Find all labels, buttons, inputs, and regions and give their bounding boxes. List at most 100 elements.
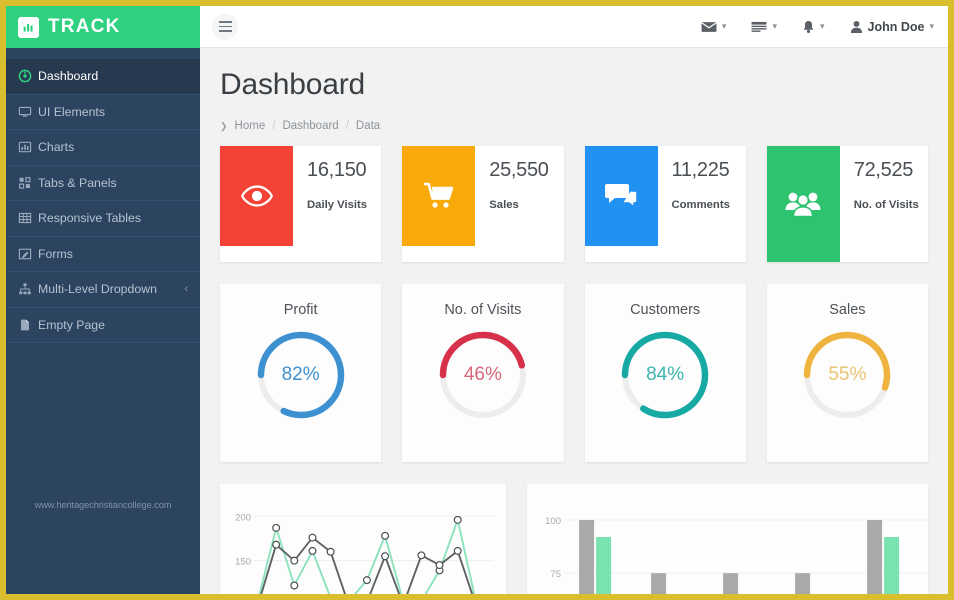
- stat-label: Daily Visits: [307, 199, 368, 211]
- sidebar-item-empty-page[interactable]: Empty Page: [6, 308, 200, 343]
- stat-body: 25,550 Sales: [475, 146, 563, 262]
- donut-chart-no-of-visits: 46%: [435, 327, 531, 423]
- stat-card-no-of-visits[interactable]: 72,525 No. of Visits: [766, 146, 928, 262]
- sidebar: TRACK Dashboard UI Elements Charts Tabs …: [6, 6, 200, 594]
- notifications-menu[interactable]: ▾: [802, 20, 825, 34]
- sidebar-item-label: Charts: [38, 140, 75, 155]
- line-chart-card[interactable]: 150 200: [220, 484, 506, 594]
- sidebar-item-label: UI Elements: [38, 104, 105, 119]
- donut-card-customers[interactable]: Customers 84%: [584, 284, 746, 462]
- topbar: ▾ ▾ ▾ John Doe ▾: [200, 6, 948, 48]
- user-menu[interactable]: John Doe ▾: [850, 20, 934, 34]
- dashboard-gauge-icon: [18, 69, 38, 83]
- sidebar-item-responsive-tables[interactable]: Responsive Tables: [6, 201, 200, 237]
- app-window: TRACK Dashboard UI Elements Charts Tabs …: [0, 0, 954, 600]
- sidebar-item-label: Multi-Level Dropdown: [38, 282, 157, 297]
- desktop-icon: [18, 105, 38, 119]
- donut-wrap: 84%: [585, 327, 746, 423]
- user-icon: [850, 20, 863, 34]
- stat-value: 11,225: [671, 159, 730, 181]
- donut-chart-sales: 55%: [799, 327, 895, 423]
- envelope-icon: [701, 21, 717, 33]
- line-chart: 150 200: [235, 512, 494, 594]
- chevron-down-icon: ▾: [772, 21, 777, 31]
- sidebar-item-ui-elements[interactable]: UI Elements: [6, 95, 200, 130]
- page-content: Dashboard ❯ Home / Dashboard / Data 16,1…: [200, 48, 948, 594]
- sidebar-watermark: www.heritagechristiancollege.com: [34, 500, 172, 510]
- sidebar-item-label: Empty Page: [38, 317, 105, 332]
- table-icon: [18, 211, 38, 225]
- bar-chart-card[interactable]: 75 100: [527, 484, 928, 594]
- users-icon: [766, 146, 840, 262]
- sidebar-item-multi-level-dropdown[interactable]: Multi-Level Dropdown ‹: [6, 272, 200, 308]
- breadcrumb-item-home[interactable]: Home: [235, 120, 266, 132]
- bottom-charts-row: 150 200 75 100: [220, 484, 928, 594]
- sitemap-icon: [18, 282, 38, 296]
- stat-card-sales[interactable]: 25,550 Sales: [402, 146, 564, 262]
- main-area: ▾ ▾ ▾ John Doe ▾ Dashboard ❯ Home / Dash…: [200, 6, 948, 594]
- donut-value: 55%: [828, 364, 867, 385]
- bar-chart-icon: [18, 16, 39, 38]
- app-inner: TRACK Dashboard UI Elements Charts Tabs …: [6, 6, 948, 594]
- messages-menu[interactable]: ▾: [701, 21, 726, 33]
- stat-label: Comments: [671, 199, 730, 211]
- donut-value: 46%: [463, 364, 502, 385]
- donut-title: Sales: [829, 302, 866, 318]
- sidebar-top-spacer: [6, 48, 200, 59]
- eye-icon: [220, 146, 293, 246]
- breadcrumb-separator: /: [345, 120, 349, 132]
- cart-icon: [402, 146, 476, 246]
- donut-chart-profit: 82%: [253, 327, 349, 423]
- hamburger-icon[interactable]: [212, 13, 238, 40]
- breadcrumb-item-data[interactable]: Data: [356, 120, 380, 132]
- stat-value: 72,525: [853, 159, 914, 181]
- tasks-menu[interactable]: ▾: [751, 21, 777, 33]
- stat-body: 11,225 Comments: [658, 146, 746, 262]
- chevron-left-icon: ‹: [184, 283, 188, 296]
- sidebar-item-label: Forms: [38, 246, 73, 261]
- donut-cards-row: Profit 82% No. of Visits 46% Customers 8…: [220, 284, 928, 462]
- topbar-nav: ▾ ▾ ▾ John Doe ▾: [701, 20, 934, 34]
- sidebar-item-label: Tabs & Panels: [38, 175, 117, 190]
- stat-label: No. of Visits: [853, 199, 919, 211]
- bar-chart: 75 100: [545, 516, 928, 594]
- chevron-down-icon: ▾: [819, 21, 825, 31]
- donut-wrap: 46%: [402, 327, 563, 423]
- file-icon: [18, 318, 38, 332]
- donut-wrap: 82%: [220, 327, 381, 423]
- donut-title: Customers: [630, 302, 701, 318]
- tabs-icon: [18, 176, 38, 190]
- donut-card-no-of-visits[interactable]: No. of Visits 46%: [402, 284, 564, 462]
- chevron-right-icon: ❯: [220, 120, 228, 131]
- stat-card-daily-visits[interactable]: 16,150 Daily Visits: [220, 146, 382, 262]
- username-label: John Doe: [867, 19, 925, 34]
- form-edit-icon: [18, 247, 38, 261]
- brand-logo-area[interactable]: TRACK: [6, 6, 200, 48]
- chart-icon: [18, 140, 38, 154]
- stat-label: Sales: [489, 199, 519, 211]
- tasks-list-icon: [751, 21, 767, 33]
- donut-value: 84%: [646, 364, 685, 385]
- donut-value: 82%: [281, 364, 320, 385]
- sidebar-item-dashboard[interactable]: Dashboard: [6, 59, 200, 95]
- donut-card-sales[interactable]: Sales 55%: [766, 284, 928, 462]
- svg-text:100: 100: [545, 516, 561, 527]
- bell-icon: [802, 20, 815, 34]
- stat-body: 72,525 No. of Visits: [840, 146, 928, 262]
- sidebar-item-label: Dashboard: [38, 69, 99, 84]
- sidebar-item-tabs-panels[interactable]: Tabs & Panels: [6, 166, 200, 201]
- breadcrumb-separator: /: [272, 120, 276, 132]
- stat-value: 25,550: [489, 159, 549, 181]
- sidebar-item-forms[interactable]: Forms: [6, 237, 200, 272]
- breadcrumb-item-dashboard[interactable]: Dashboard: [282, 120, 338, 132]
- stat-card-comments[interactable]: 11,225 Comments: [584, 146, 746, 262]
- brand-name: TRACK: [48, 16, 121, 37]
- donut-title: Profit: [283, 302, 318, 318]
- svg-text:200: 200: [235, 512, 251, 523]
- donut-card-profit[interactable]: Profit 82%: [220, 284, 382, 462]
- stat-cards-row: 16,150 Daily Visits 25,550 Sales 11,225 …: [220, 146, 928, 262]
- svg-text:75: 75: [550, 569, 561, 580]
- sidebar-item-charts[interactable]: Charts: [6, 130, 200, 166]
- chevron-down-icon: ▾: [929, 21, 934, 31]
- svg-text:150: 150: [235, 557, 251, 568]
